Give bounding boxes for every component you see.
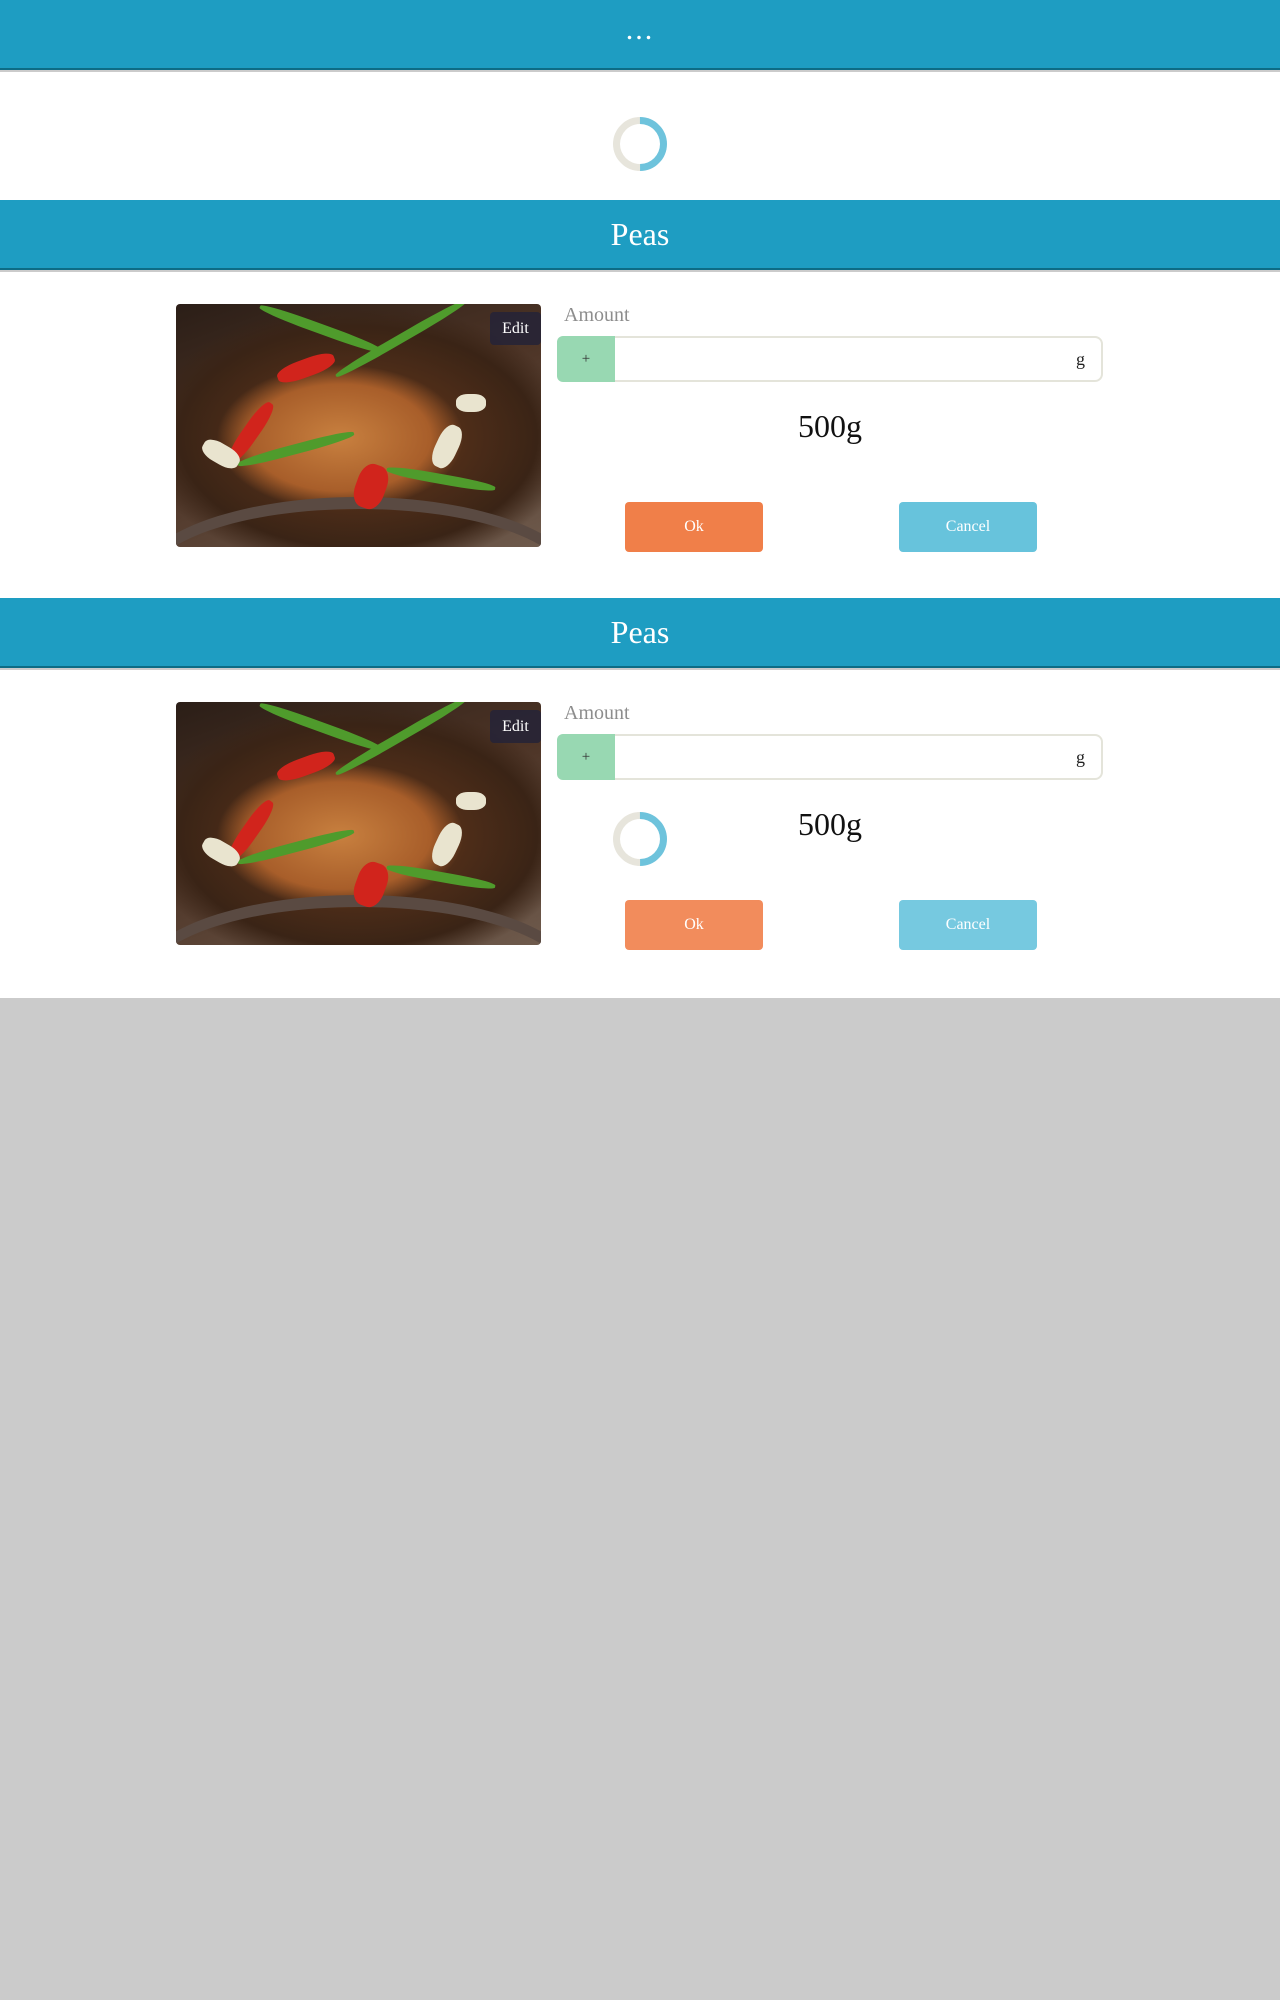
loading-spinner-icon xyxy=(601,105,679,183)
amount-value: 500g xyxy=(798,408,862,444)
top-bar: ... xyxy=(0,0,1280,70)
amount-input[interactable]: + g xyxy=(557,336,1103,382)
unit-label: g xyxy=(1076,349,1085,369)
loading-spinner-icon xyxy=(601,800,679,878)
ok-button[interactable]: Ok xyxy=(625,900,763,950)
top-bar-title: ... xyxy=(625,13,655,46)
cancel-button[interactable]: Cancel xyxy=(899,502,1037,552)
cancel-button[interactable]: Cancel xyxy=(899,900,1037,950)
card-title: Peas xyxy=(610,613,670,650)
card-header: Peas xyxy=(0,598,1280,668)
unit-label: g xyxy=(1076,747,1085,767)
increment-button[interactable]: + xyxy=(557,336,615,382)
card-body: Edit Amount + g 500g Ok Cancel xyxy=(0,670,1280,998)
amount-label: Amount xyxy=(564,304,630,326)
amount-label: Amount xyxy=(564,702,630,724)
food-photo xyxy=(176,304,541,547)
amount-value: 500g xyxy=(798,806,862,842)
edit-photo-button[interactable]: Edit xyxy=(490,312,541,345)
ok-button[interactable]: Ok xyxy=(625,502,763,552)
amount-input[interactable]: + g xyxy=(557,734,1103,780)
card-header: Peas xyxy=(0,200,1280,270)
card-title: Peas xyxy=(610,215,670,252)
increment-button[interactable]: + xyxy=(557,734,615,780)
card-body: Edit Amount + g 500g Ok Cancel xyxy=(0,272,1280,600)
edit-photo-button[interactable]: Edit xyxy=(490,710,541,743)
food-photo xyxy=(176,702,541,945)
loading-section xyxy=(0,72,1280,200)
